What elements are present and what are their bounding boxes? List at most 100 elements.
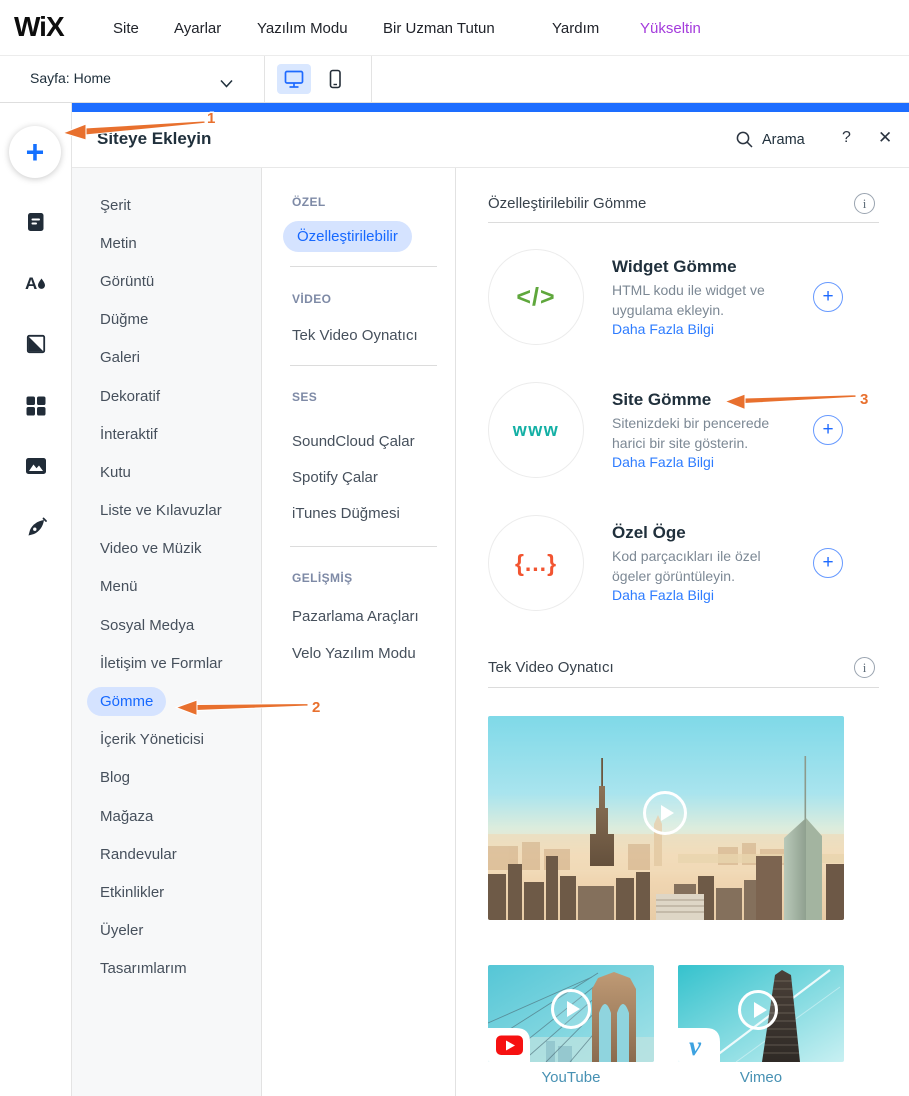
site-design-icon[interactable]: A [24,271,48,295]
mobile-view-button[interactable] [318,64,352,94]
editor-toolbar: Sayfa: Home [0,56,909,103]
category-blog[interactable]: Blog [72,759,261,797]
mobile-icon [329,69,341,89]
subnav-divider [290,546,437,547]
site-embed-item[interactable]: www Site Gömme Sitenizdeki bir pencerede… [488,382,879,478]
page-selector[interactable]: Sayfa: Home [30,70,111,86]
category-tasarimlarim[interactable]: Tasarımlarım [72,950,261,988]
category-uyeler[interactable]: Üyeler [72,912,261,950]
media-icon[interactable] [24,454,48,478]
close-icon[interactable]: ✕ [878,128,892,148]
subnav-item-itunes-dugmesi[interactable]: iTunes Düğmesi [292,505,400,522]
add-site-embed-button[interactable]: + [813,415,843,445]
plus-icon: + [25,133,45,170]
embed-content-area: Özelleştirilebilir Gömme i </> Widget Gö… [455,168,909,1096]
category-liste-ve-kilavuzlar[interactable]: Liste ve Kılavuzlar [72,492,261,530]
learn-more-link[interactable]: Daha Fazla Bilgi [612,587,714,603]
thumbnail-caption: Vimeo [739,1069,783,1086]
top-menu-bar: WiX Site Ayarlar Yazılım Modu Bir Uzman … [0,0,909,56]
toolbar-divider [371,56,372,102]
menu-settings[interactable]: Ayarlar [174,20,221,37]
category-etkinlikler[interactable]: Etkinlikler [72,873,261,911]
embed-item-title: Site Gömme [612,390,712,409]
subnav-divider [290,266,437,267]
category-serit[interactable]: Şerit [72,186,261,224]
menu-upgrade[interactable]: Yükseltin [640,20,701,37]
video-upload-thumbnail[interactable] [488,716,844,920]
embed-item-title: Özel Öge [612,523,686,542]
learn-more-link[interactable]: Daha Fazla Bilgi [612,321,714,337]
subnav-item-soundcloud-calar[interactable]: SoundCloud Çalar [292,433,415,450]
chevron-down-icon[interactable] [220,75,233,93]
desktop-view-button[interactable] [277,64,311,94]
subnav-item-spotify-calar[interactable]: Spotify Çalar [292,469,378,486]
subnav-item-ozellestirilebilir-selected[interactable]: Özelleştirilebilir [283,221,412,252]
section-divider [488,687,879,688]
wix-logo[interactable]: WiX [14,11,65,43]
menu-dev-mode[interactable]: Yazılım Modu [257,20,348,37]
add-panel-header: Siteye Ekleyin Arama ? ✕ [72,112,909,168]
help-button[interactable]: ? [842,129,851,147]
vimeo-thumbnail[interactable]: v [678,965,844,1062]
embed-item-description: Sitenizdeki bir pencerede harici bir sit… [612,415,770,451]
category-magaza[interactable]: Mağaza [72,797,261,835]
category-video-ve-muzik[interactable]: Video ve Müzik [72,530,261,568]
site-canvas-top-bar [72,103,909,112]
panel-title: Siteye Ekleyin [97,129,212,148]
pages-icon[interactable] [24,210,48,234]
subnav-header-gelismis: GELİŞMİŞ [292,571,353,585]
category-iletisim-ve-formlar[interactable]: İletişim ve Formlar [72,644,261,682]
category-menu[interactable]: Menü [72,568,261,606]
site-background-icon[interactable] [24,332,48,356]
subnav-item-tek-video-oynatici[interactable]: Tek Video Oynatıcı [292,327,418,344]
play-icon [551,989,591,1029]
toolbar-divider [264,56,265,102]
subnav-item-pazarlama-araclari[interactable]: Pazarlama Araçları [292,608,419,625]
category-icerik-yoneticisi[interactable]: İçerik Yöneticisi [72,721,261,759]
left-rail: + A [0,103,72,1096]
menu-help[interactable]: Yardım [552,20,599,37]
widget-embed-item[interactable]: </> Widget Gömme HTML kodu ile widget ve… [488,249,879,345]
subcategory-list: ÖZEL Özelleştirilebilir VİDEO Tek Video … [262,168,455,1096]
category-galeri[interactable]: Galeri [72,339,261,377]
search-button[interactable]: Arama [735,130,805,149]
category-randevular[interactable]: Randevular [72,835,261,873]
info-icon[interactable]: i [854,657,875,678]
subnav-header-ozel: ÖZEL [292,195,326,209]
search-label: Arama [762,131,805,148]
desktop-icon [284,70,304,88]
app-market-icon[interactable] [24,394,48,418]
section-divider [488,222,879,223]
category-gomme-selected[interactable]: Gömme [72,682,261,720]
custom-element-icon: {...} [488,515,584,611]
search-icon [736,131,753,148]
learn-more-link[interactable]: Daha Fazla Bilgi [612,454,714,470]
subnav-item-velo-yazilim-modu[interactable]: Velo Yazılım Modu [292,645,416,662]
category-interaktif[interactable]: İnteraktif [72,415,261,453]
custom-element-item[interactable]: {...} Özel Öge Kod parçacıkları ile özel… [488,515,879,611]
embed-item-title: Widget Gömme [612,257,737,276]
category-kutu[interactable]: Kutu [72,453,261,491]
youtube-thumbnail[interactable] [488,965,654,1062]
menu-site[interactable]: Site [113,20,139,37]
thumbnail-caption: YouTube [541,1069,601,1086]
play-icon [643,791,687,835]
info-icon[interactable]: i [854,193,875,214]
add-custom-element-button[interactable]: + [813,548,843,578]
menu-hire-professional[interactable]: Bir Uzman Tutun [383,20,495,37]
add-widget-embed-button[interactable]: + [813,282,843,312]
category-sosyal-medya[interactable]: Sosyal Medya [72,606,261,644]
section-title-embed: Özelleştirilebilir Gömme [488,195,647,212]
blog-pen-icon[interactable] [24,516,48,540]
category-dugme[interactable]: Düğme [72,301,261,339]
add-element-button[interactable]: + [9,126,61,178]
category-dekoratif[interactable]: Dekoratif [72,377,261,415]
category-goruntu[interactable]: Görüntü [72,262,261,300]
wix-editor: WiX Site Ayarlar Yazılım Modu Bir Uzman … [0,0,909,1096]
play-icon [738,990,778,1030]
category-metin[interactable]: Metin [72,224,261,262]
website-embed-icon: www [488,382,584,478]
section-title-video: Tek Video Oynatıcı [488,659,614,676]
category-list: Şerit Metin Görüntü Düğme Galeri Dekorat… [72,168,262,1096]
embed-item-description: Kod parçacıkları ile özel ögeler görüntü… [612,548,761,584]
